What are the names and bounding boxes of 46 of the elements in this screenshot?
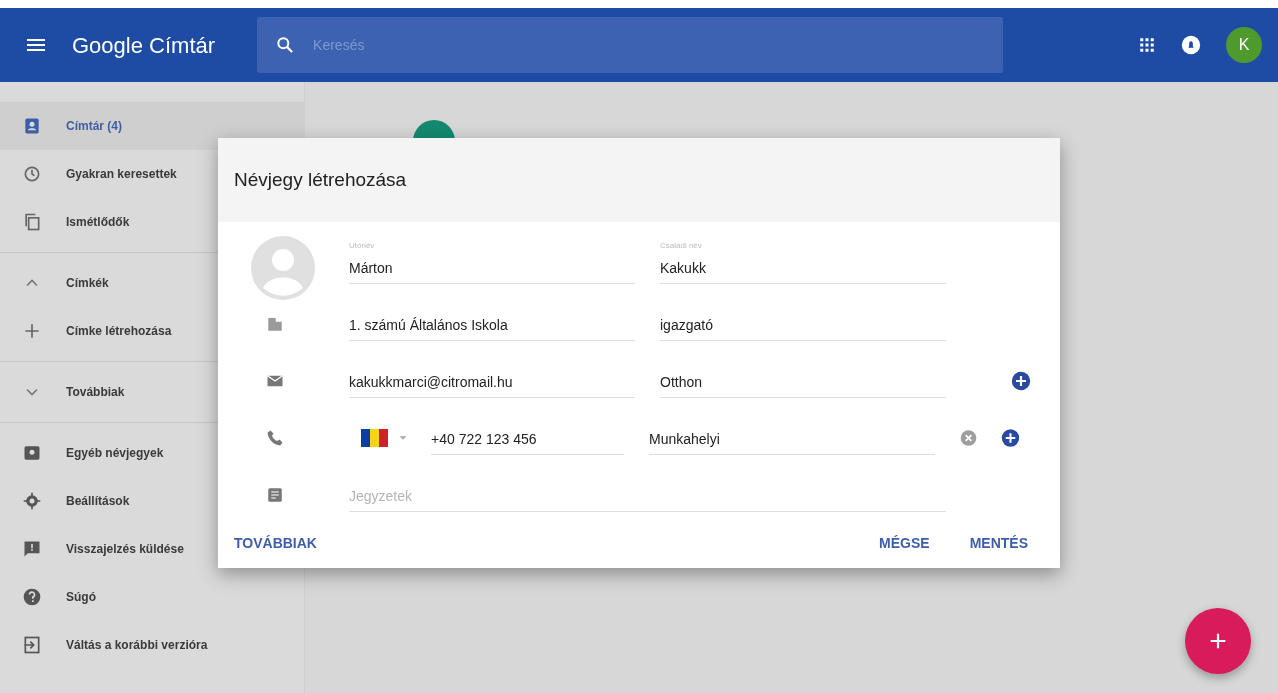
sidebar-item[interactable]: Címtár (4) <box>0 102 304 150</box>
contacts-icon <box>22 116 42 136</box>
sidebar-item[interactable]: Váltás a korábbi verzióra <box>0 621 304 669</box>
input-field[interactable]: kakukkmarci@citromail.hu <box>349 371 635 393</box>
input-field[interactable]: +40 722 123 456 <box>431 428 624 450</box>
dialog-title: Névjegy létrehozása <box>234 167 407 192</box>
input-field[interactable]: Márton <box>349 257 635 279</box>
contact-card-icon <box>22 443 42 463</box>
sidebar-item[interactable]: Súgó <box>0 573 304 621</box>
history-icon <box>22 164 42 184</box>
account-avatar[interactable]: K <box>1226 27 1262 63</box>
field-label: Utónév <box>349 239 375 252</box>
input-field[interactable]: Kakukk <box>660 257 946 279</box>
input-field[interactable]: 1. számú Általános Iskola <box>349 314 635 336</box>
exit-icon <box>22 635 42 655</box>
section-toggle[interactable]: Továbbiak <box>0 368 304 416</box>
more-button[interactable]: TOVÁBBIAK <box>226 527 325 560</box>
add-icon[interactable] <box>1001 427 1020 448</box>
help-icon <box>22 587 42 607</box>
search-field[interactable]: Keresés <box>257 17 1004 73</box>
input-field[interactable]: Jegyzetek <box>349 485 946 507</box>
avatar-placeholder-icon <box>251 236 315 300</box>
search-icon <box>275 35 296 55</box>
save-button[interactable]: MENTÉS <box>961 527 1036 560</box>
notifications-icon[interactable] <box>1180 34 1202 56</box>
plus-icon <box>22 321 42 341</box>
apps-icon[interactable] <box>1138 36 1156 54</box>
feedback-icon <box>22 539 42 559</box>
add-icon[interactable] <box>1011 370 1031 391</box>
flag-icon <box>361 428 388 447</box>
field-label: Családi név <box>660 239 702 252</box>
clear-icon[interactable] <box>960 428 978 447</box>
input-field[interactable]: Munkahelyi <box>649 428 935 450</box>
settings-icon <box>22 491 42 511</box>
phone-icon <box>266 428 284 447</box>
sidebar-item[interactable]: Ismétlődők <box>0 198 304 246</box>
sidebar-item[interactable]: Beállítások <box>0 477 304 525</box>
input-field[interactable]: igazgató <box>660 314 946 336</box>
sidebar-item[interactable]: Egyéb névjegyek <box>0 429 304 477</box>
cancel-button[interactable]: MÉGSE <box>871 527 938 560</box>
note-icon <box>266 485 284 504</box>
section-toggle[interactable]: Címkék <box>0 259 304 307</box>
sidebar-item[interactable]: Címke létrehozása <box>0 307 304 355</box>
copy-icon <box>22 212 42 232</box>
app-title: Google Címtár <box>72 31 216 60</box>
input-field[interactable]: Otthon <box>660 371 946 393</box>
